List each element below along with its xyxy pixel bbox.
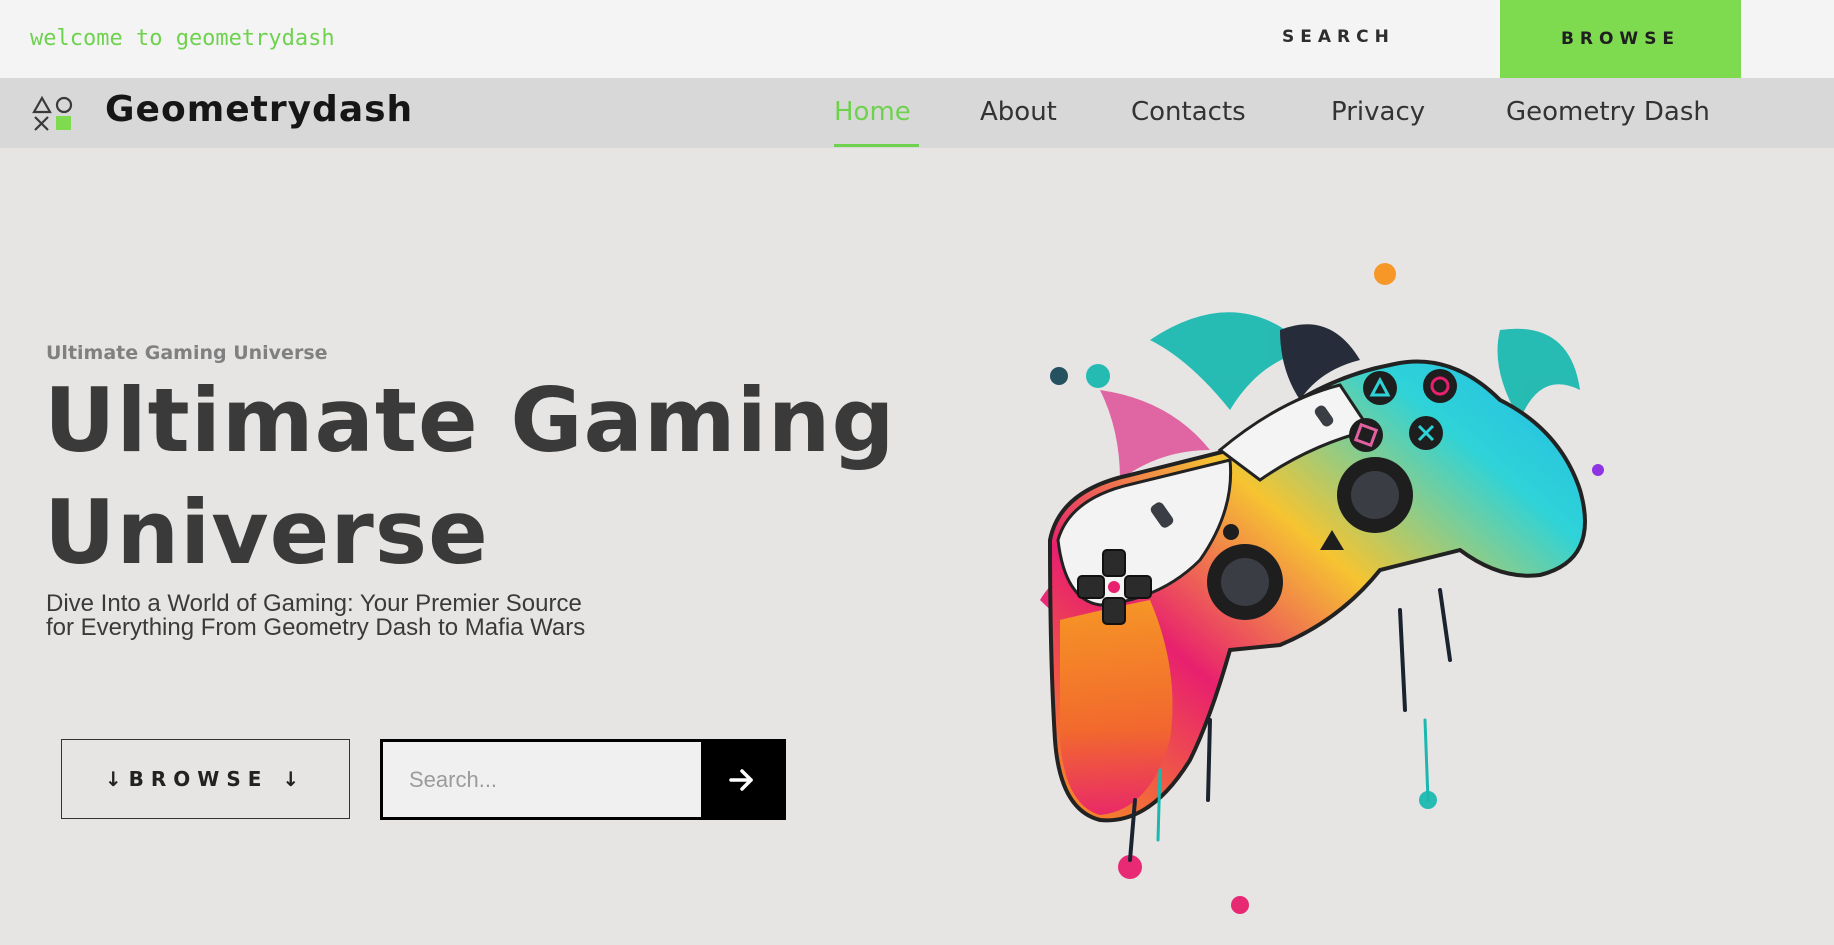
hero-search-form xyxy=(380,739,786,820)
nav-geometry-dash[interactable]: Geometry Dash xyxy=(1506,97,1710,127)
browse-button[interactable]: ↓BROWSE ↓ xyxy=(61,739,350,819)
shapes-logo-icon[interactable] xyxy=(32,96,74,132)
arrow-right-icon xyxy=(729,768,753,791)
hero-title: Ultimate Gaming Universe xyxy=(44,369,896,584)
search-submit-button[interactable] xyxy=(701,742,783,817)
nav-home[interactable]: Home xyxy=(834,97,911,127)
nav-contacts[interactable]: Contacts xyxy=(1131,97,1246,127)
brand-logo-text[interactable]: Geometrydash xyxy=(105,89,413,130)
nav-about[interactable]: About xyxy=(980,97,1057,127)
top-search-link[interactable]: SEARCH xyxy=(1282,27,1395,47)
hero-eyebrow: Ultimate Gaming Universe xyxy=(46,342,328,364)
hero-description: Dive Into a World of Gaming: Your Premie… xyxy=(46,590,586,641)
top-browse-button[interactable]: BROWSE xyxy=(1500,0,1741,78)
nav-active-indicator xyxy=(834,144,919,147)
nav-privacy[interactable]: Privacy xyxy=(1331,97,1425,127)
welcome-text: welcome to geometrydash xyxy=(30,26,335,51)
search-input[interactable] xyxy=(383,742,701,817)
gamepad-controller-illustration xyxy=(1040,263,1604,914)
